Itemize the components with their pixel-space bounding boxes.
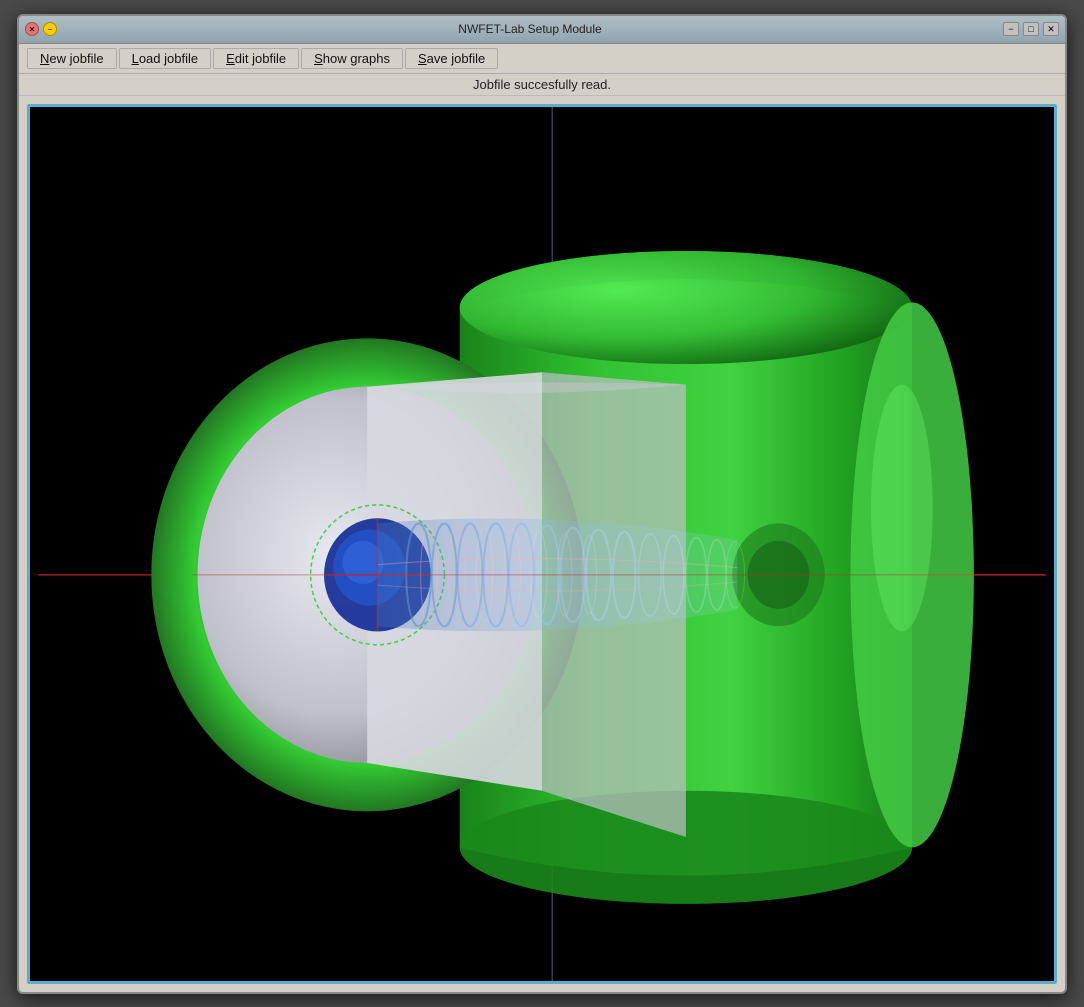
status-bar: Jobfile succesfully read. bbox=[19, 74, 1065, 96]
show-graphs-button[interactable]: Show graphs bbox=[301, 48, 403, 69]
title-controls-left: ✕ − bbox=[25, 22, 57, 36]
status-message: Jobfile succesfully read. bbox=[473, 77, 611, 92]
edit-jobfile-button[interactable]: Edit jobfile bbox=[213, 48, 299, 69]
menu-bar: New jobfile Load jobfile Edit jobfile Sh… bbox=[19, 44, 1065, 74]
scene-svg bbox=[30, 107, 1054, 981]
window-title: NWFET-Lab Setup Module bbox=[57, 22, 1003, 36]
save-jobfile-button[interactable]: Save jobfile bbox=[405, 48, 498, 69]
win-btn-minimize[interactable]: − bbox=[1003, 22, 1019, 36]
title-controls-right: − □ ✕ bbox=[1003, 22, 1059, 36]
win-btn-maximize[interactable]: □ bbox=[1023, 22, 1039, 36]
win-btn-close[interactable]: ✕ bbox=[1043, 22, 1059, 36]
title-bar: ✕ − NWFET-Lab Setup Module − □ ✕ bbox=[19, 16, 1065, 44]
3d-viewport[interactable] bbox=[27, 104, 1057, 984]
main-window: ✕ − NWFET-Lab Setup Module − □ ✕ New job… bbox=[17, 14, 1067, 994]
close-icon[interactable]: ✕ bbox=[25, 22, 39, 36]
load-jobfile-button[interactable]: Load jobfile bbox=[119, 48, 212, 69]
new-jobfile-button[interactable]: New jobfile bbox=[27, 48, 117, 69]
minimize-icon[interactable]: − bbox=[43, 22, 57, 36]
